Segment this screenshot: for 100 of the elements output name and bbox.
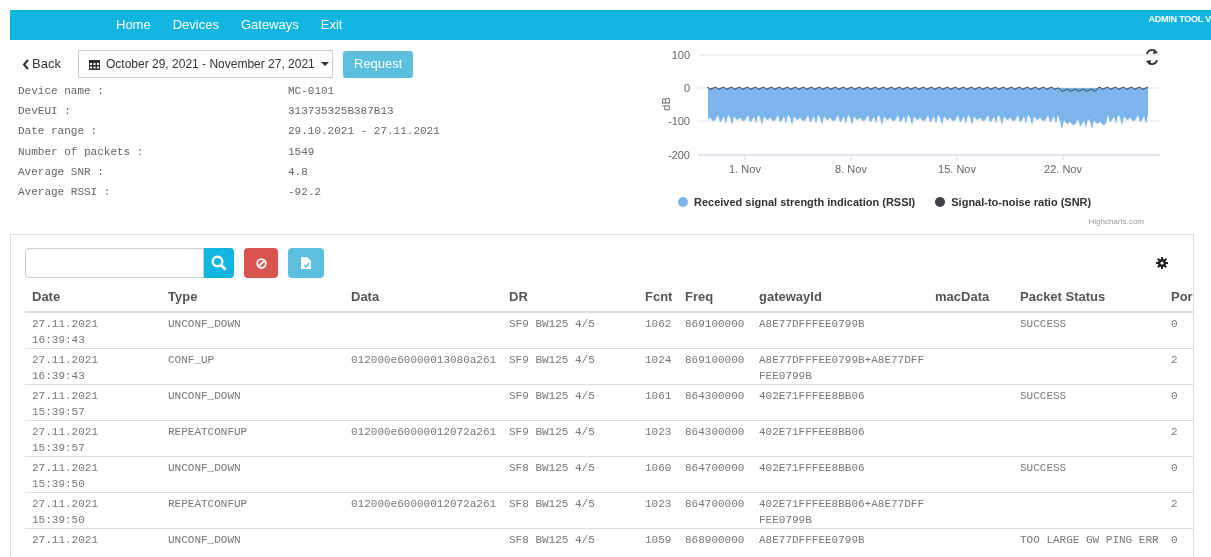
info-label: DevEUI : [18, 104, 72, 120]
table-cell-text: 27.11.2021 [32, 461, 99, 476]
table-cell-text: REPEATCONFUP [168, 497, 249, 512]
table-cell-text: 402E71FFFEE8BB06 [759, 425, 866, 440]
y-axis-title: dB [660, 97, 672, 111]
table-cell-text: REPEATCONFUP [168, 425, 249, 440]
table-cell-text: 0 [1171, 461, 1179, 476]
caret-icon [320, 61, 329, 67]
info-value: MC-0101 [288, 83, 335, 99]
y-axis-label: -100 [667, 115, 690, 127]
info-value: 4.8 [288, 165, 308, 181]
search-field[interactable] [25, 248, 204, 278]
table-cell-text: 15:39:57 [32, 405, 86, 420]
info-label: Date range : [18, 124, 99, 140]
table-cell-text: 15:39:57 [32, 441, 86, 456]
table-cell-text: 0 [1171, 317, 1179, 332]
table-cell-text: 1023 [645, 425, 673, 440]
search-icon [211, 255, 227, 271]
table-cell-text: SF8 BW125 4/5 [509, 533, 596, 548]
back-button[interactable]: Back [22, 54, 78, 74]
info-value: -92.2 [288, 185, 321, 201]
table-cell-text: CONF_UP [168, 353, 216, 368]
table-cell-text: SF8 BW125 4/5 [509, 461, 596, 476]
column-header[interactable]: Date [25, 282, 161, 312]
table-cell-text: A8E77DFFFEE0799B [759, 317, 866, 332]
clear-button[interactable] [244, 248, 278, 278]
column-header[interactable]: macData [928, 282, 1013, 312]
table-cell-text: 2 [1171, 425, 1179, 440]
chevron-left-icon [22, 58, 29, 70]
table-cell-text: 868900000 [685, 533, 746, 548]
info-label: Device name : [18, 83, 105, 99]
info-label: Average SNR : [18, 165, 105, 181]
table-cell-text: 402E71FFFEE8BB06 [759, 461, 866, 476]
table-cell-text: SF8 BW125 4/5 [509, 497, 596, 512]
table-cell-text: A8E77DFFFEE0799B [759, 533, 866, 548]
y-axis-label: 100 [671, 49, 690, 61]
table-cell-text: 0 [1171, 533, 1179, 548]
legend-label[interactable]: Received signal strength indication (RSSI) [694, 194, 916, 211]
table-cell-text: 27.11.2021 [32, 389, 99, 404]
column-header[interactable]: DR [502, 282, 638, 312]
table-cell-text: SF9 BW125 4/5 [509, 425, 596, 440]
column-header[interactable]: Packet Status [1013, 282, 1164, 312]
table-cell-text: 869100000 [685, 317, 746, 332]
export-button[interactable] [288, 248, 324, 278]
table-cell-text: 869100000 [685, 353, 746, 368]
table-cell-text: SF9 BW125 4/5 [509, 353, 596, 368]
column-header[interactable]: Fcnt [638, 282, 678, 312]
table-cell-text: 402E71FFFEE8BB06 [759, 389, 866, 404]
table-cell-text: 864700000 [685, 461, 746, 476]
table-cell-text: SF9 BW125 4/5 [509, 389, 596, 404]
table-cell-text: 1059 [645, 533, 673, 548]
column-header[interactable]: Type [161, 282, 344, 312]
table-cell-text: SUCCESS [1020, 389, 1068, 404]
column-header[interactable]: gatewayId [752, 282, 928, 312]
table-cell-text: 27.11.2021 [32, 317, 99, 332]
column-header[interactable]: Data [344, 282, 502, 312]
table-cell-text: 012000e60000012072a261 [351, 425, 498, 440]
table-cell-text: SUCCESS [1020, 317, 1068, 332]
table-cell-text: 27.11.2021 [32, 353, 99, 368]
column-header[interactable]: Freq [678, 282, 752, 312]
table-cell-text: 16:39:43 [32, 369, 86, 384]
table-cell-text: 2 [1171, 497, 1179, 512]
table-cell-text: 2 [1171, 353, 1179, 368]
table-cell-text: UNCONF_DOWN [168, 533, 242, 548]
table-cell-text: SF9 BW125 4/5 [509, 317, 596, 332]
calendar-icon [89, 58, 100, 70]
x-axis-label: 1. Nov [729, 163, 761, 175]
date-range-picker[interactable]: October 29, 2021 - November 27, 2021 [78, 50, 333, 78]
search-button[interactable] [204, 248, 234, 278]
table-cell-text: 15:39:50 [32, 477, 86, 492]
column-header[interactable]: Por [1164, 282, 1193, 312]
refresh-icon[interactable] [1146, 49, 1158, 65]
table-cell-text: 864700000 [685, 497, 746, 512]
table-cell-text: UNCONF_DOWN [168, 461, 242, 476]
info-label: Average RSSI : [18, 185, 112, 201]
table-cell-text: 0 [1171, 389, 1179, 404]
info-label: Number of packets : [18, 144, 145, 160]
ban-icon [255, 257, 267, 269]
x-axis-label: 15. Nov [938, 163, 976, 175]
x-axis-label: 8. Nov [835, 163, 867, 175]
chart-credit: Highcharts.com [1088, 216, 1144, 228]
table-cell-text: 15:39:50 [32, 513, 86, 528]
table-cell-text: 1023 [645, 497, 673, 512]
app-title: ADMIN TOOL V [1148, 13, 1211, 26]
legend-label[interactable]: Signal-to-noise ratio (SNR) [951, 194, 1092, 211]
table-cell-text: 864300000 [685, 425, 746, 440]
table-cell-text: 402E71FFFEE8BB06+A8E77DFFFEE0799B [759, 497, 926, 528]
table-cell-text: TOO LARGE GW PING ERR [1020, 533, 1160, 548]
table-cell-text: 864300000 [685, 389, 746, 404]
table-cell-text: 27.11.2021 [32, 533, 99, 548]
y-axis-label: -200 [667, 149, 690, 161]
x-axis-label: 22. Nov [1044, 163, 1082, 175]
table-cell-text: UNCONF_DOWN [168, 389, 242, 404]
table-cell-text: 1062 [645, 317, 673, 332]
table-cell-text: 27.11.2021 [32, 425, 99, 440]
table-cell-text: 1024 [645, 353, 673, 368]
info-value: 1549 [288, 144, 315, 160]
settings-icon[interactable] [1156, 257, 1168, 269]
table-cell-text: SUCCESS [1020, 461, 1068, 476]
table-cell-text: UNCONF_DOWN [168, 317, 242, 332]
